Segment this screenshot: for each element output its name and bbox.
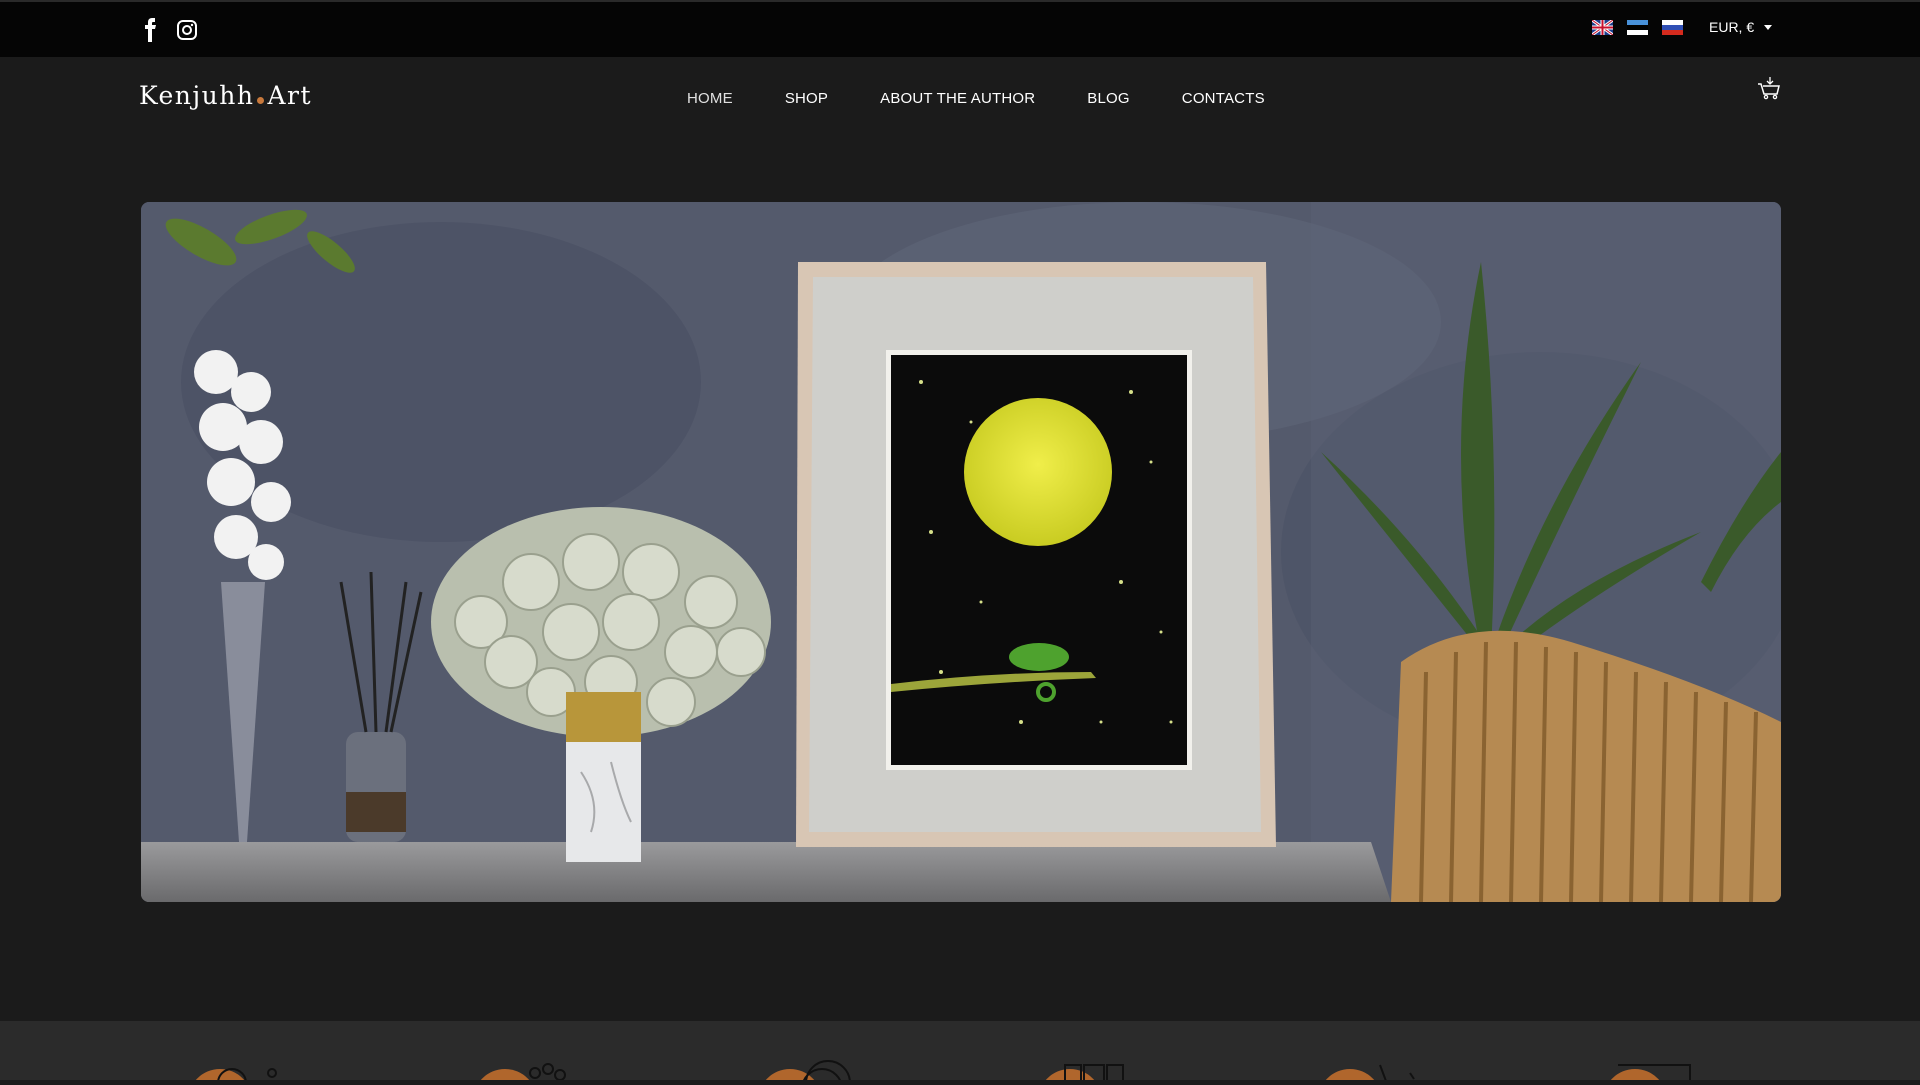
social-links — [140, 18, 198, 42]
nav-shop[interactable]: SHOP — [785, 90, 828, 107]
features-band — [0, 1021, 1920, 1085]
main-nav: HOME SHOP ABOUT THE AUTHOR BLOG CONTACTS — [687, 90, 1317, 107]
logo-dot — [257, 97, 265, 104]
chevron-down-icon — [1764, 24, 1773, 30]
hero-image — [141, 202, 1781, 902]
facebook-icon[interactable] — [140, 18, 162, 42]
hero-banner[interactable] — [141, 202, 1781, 902]
flag-english-icon[interactable] — [1592, 20, 1613, 35]
top-bar: EUR, € — [0, 0, 1920, 57]
site-logo[interactable]: Kenjuhh Art — [139, 81, 312, 110]
nav-about-the-author[interactable]: ABOUT THE AUTHOR — [880, 90, 1035, 107]
site-header: Kenjuhh Art HOME SHOP ABOUT THE AUTHOR B… — [0, 57, 1920, 197]
nav-contacts[interactable]: CONTACTS — [1182, 90, 1265, 107]
nav-home[interactable]: HOME — [687, 90, 733, 107]
feature-icons-row — [192, 1060, 1691, 1085]
nav-blog[interactable]: BLOG — [1087, 90, 1129, 107]
currency-selector[interactable]: EUR, € — [1709, 19, 1773, 35]
flag-russian-icon[interactable] — [1662, 20, 1683, 35]
cart-icon[interactable] — [1756, 75, 1782, 101]
logo-text-left: Kenjuhh — [139, 81, 255, 110]
logo-text-right: Art — [267, 81, 313, 110]
flag-estonian-icon[interactable] — [1627, 20, 1648, 35]
language-selector — [1592, 20, 1683, 35]
instagram-icon[interactable] — [176, 18, 198, 42]
currency-label: EUR, € — [1709, 19, 1755, 35]
